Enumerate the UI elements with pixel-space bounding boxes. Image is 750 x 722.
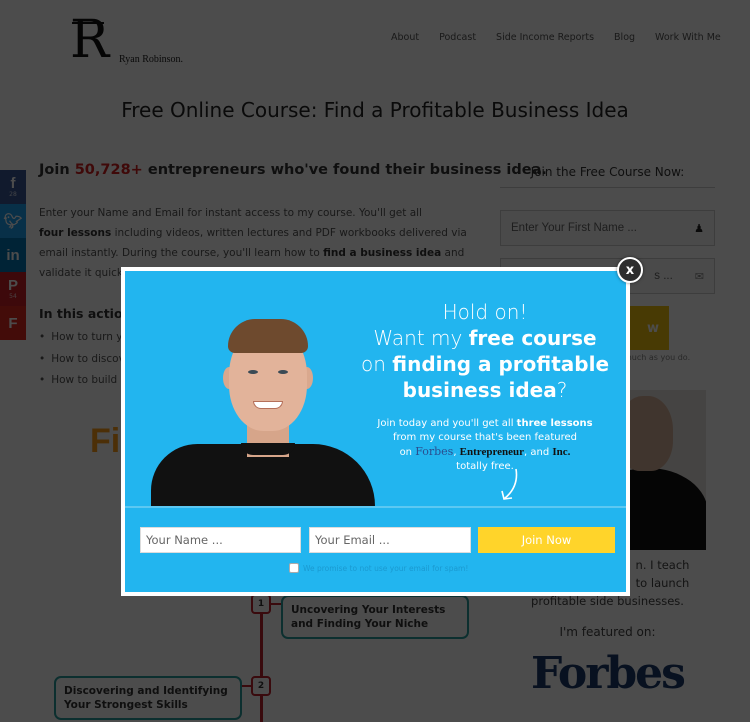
headline-bold: finding a profitable (392, 352, 610, 376)
popup-divider (125, 506, 626, 508)
headline-text: on (360, 352, 393, 376)
popup-email-input[interactable]: Your Email ... (309, 527, 471, 553)
subtext-line-3: on Forbes, Entrepreneur, and Inc. (399, 445, 571, 458)
popup-headline: Hold on! Want my free course on finding … (335, 299, 626, 403)
inc-brand-logo: Inc. (552, 446, 571, 458)
headline-line-3: on finding a profitable (335, 351, 626, 377)
checkbox-label: We promise to not use your email for spa… (303, 563, 469, 573)
close-popup-button[interactable]: x (617, 257, 643, 283)
headline-line-1: Hold on! (442, 300, 528, 324)
portrait-collar (241, 443, 295, 455)
headline-bold: business idea (402, 378, 557, 402)
subtext: on (399, 447, 416, 458)
portrait-eye (248, 370, 258, 374)
popup-name-input[interactable]: Your Name ... (140, 527, 301, 553)
popup-subtext: Join today and you'll get all three less… (335, 417, 626, 474)
subtext-line-4: totally free. (456, 461, 514, 472)
headline-text: Want my (373, 326, 469, 350)
subtext-line-2: from my course that's been featured (393, 432, 577, 443)
subtext-bold: three lessons (516, 418, 593, 429)
portrait-eye (278, 370, 288, 374)
exit-intent-popup: Hold on! Want my free course on finding … (121, 267, 630, 596)
popup-body: Hold on! Want my free course on finding … (125, 271, 626, 592)
forbes-brand-logo: Forbes (415, 445, 454, 458)
subtext: , and (524, 447, 553, 458)
spam-consent-checkbox[interactable]: We promise to not use your email for spa… (289, 563, 468, 573)
name-placeholder: Your Name ... (146, 533, 223, 547)
checkbox-box[interactable] (289, 563, 299, 573)
close-icon: x (625, 262, 635, 278)
headline-text: ? (556, 378, 568, 402)
headline-bold: free course (468, 326, 597, 350)
subtext: Join today and you'll get all (377, 418, 517, 429)
subtext-line-1: Join today and you'll get all three less… (335, 417, 626, 431)
portrait-hair (228, 319, 308, 353)
join-now-button[interactable]: Join Now (478, 527, 615, 553)
headline-line-2: Want my free course (335, 325, 626, 351)
curved-arrow-icon (501, 468, 518, 500)
email-placeholder: Your Email ... (315, 533, 390, 547)
headline-line-4: business idea? (335, 377, 626, 403)
portrait-smile (253, 401, 283, 409)
entrepreneur-brand-logo: Entrepreneur (459, 446, 525, 458)
